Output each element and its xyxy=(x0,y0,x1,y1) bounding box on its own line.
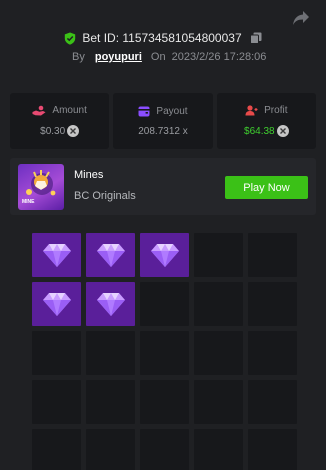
hidden-tile[interactable] xyxy=(194,282,243,326)
mines-board xyxy=(32,233,297,470)
hidden-tile[interactable] xyxy=(194,380,243,424)
hidden-tile[interactable] xyxy=(248,331,297,375)
hidden-tile[interactable] xyxy=(140,380,189,424)
game-card: MINE Mines BC Originals Play Now xyxy=(10,158,316,215)
stat-profit: Profit $64.38 xyxy=(216,93,316,149)
stat-profit-label: Profit xyxy=(264,105,288,116)
stat-payout-label: Payout xyxy=(156,105,188,117)
hidden-tile[interactable] xyxy=(248,233,297,277)
hidden-tile[interactable] xyxy=(194,233,243,277)
stat-amount-label: Amount xyxy=(52,105,87,116)
hidden-tile[interactable] xyxy=(86,380,135,424)
hidden-tile[interactable] xyxy=(194,331,243,375)
gem-icon xyxy=(42,243,71,267)
gem-icon xyxy=(42,292,71,316)
hidden-tile[interactable] xyxy=(140,282,189,326)
stat-profit-value: $64.38 xyxy=(244,125,275,137)
gem-icon xyxy=(96,292,125,316)
stat-payout: Payout 208.7312 x xyxy=(113,93,213,149)
bet-id-row: Bet ID: 115734581054800037 xyxy=(0,31,326,45)
hidden-tile[interactable] xyxy=(248,380,297,424)
shield-check-icon xyxy=(65,32,76,45)
gem-tile[interactable] xyxy=(140,233,189,277)
by-label: By xyxy=(72,51,85,63)
on-label: On xyxy=(150,51,166,63)
bet-datetime: 2023/2/26 17:28:06 xyxy=(171,51,267,63)
hidden-tile[interactable] xyxy=(32,331,81,375)
hidden-tile[interactable] xyxy=(86,429,135,470)
share-icon[interactable] xyxy=(292,10,310,26)
hidden-tile[interactable] xyxy=(140,331,189,375)
hidden-tile[interactable] xyxy=(140,429,189,470)
hidden-tile[interactable] xyxy=(32,380,81,424)
username-link[interactable]: poyupuri xyxy=(95,51,142,63)
gem-tile[interactable] xyxy=(32,233,81,277)
gem-tile[interactable] xyxy=(86,282,135,326)
copy-icon[interactable] xyxy=(249,32,262,44)
bet-id-label: Bet ID: 115734581054800037 xyxy=(82,31,242,45)
wallet-icon xyxy=(138,106,150,116)
gem-icon xyxy=(96,243,125,267)
mines-game-thumbnail[interactable]: MINE xyxy=(18,164,64,210)
stat-payout-value: 208.7312 x xyxy=(138,125,188,137)
gem-icon xyxy=(150,243,179,267)
stat-amount-value: $0.30 xyxy=(40,125,66,137)
hidden-tile[interactable] xyxy=(194,429,243,470)
hidden-tile[interactable] xyxy=(32,429,81,470)
hand-coins-icon xyxy=(32,105,46,116)
game-provider: BC Originals xyxy=(74,190,136,202)
gem-tile[interactable] xyxy=(86,233,135,277)
hidden-tile[interactable] xyxy=(248,282,297,326)
bet-meta: By poyupuri On 2023/2/26 17:28:06 xyxy=(72,51,266,63)
game-title: Mines xyxy=(74,169,104,181)
coin-icon xyxy=(67,125,80,137)
hidden-tile[interactable] xyxy=(248,429,297,470)
coin-icon xyxy=(276,125,289,137)
play-now-button[interactable]: Play Now xyxy=(225,176,308,199)
gem-tile[interactable] xyxy=(32,282,81,326)
thumb-label: MINE xyxy=(22,199,35,205)
hidden-tile[interactable] xyxy=(86,331,135,375)
bet-stats: Amount $0.30 Payout 208.7312 x Profit $6… xyxy=(10,93,316,149)
person-profit-icon xyxy=(245,105,258,116)
stat-amount: Amount $0.30 xyxy=(10,93,110,149)
